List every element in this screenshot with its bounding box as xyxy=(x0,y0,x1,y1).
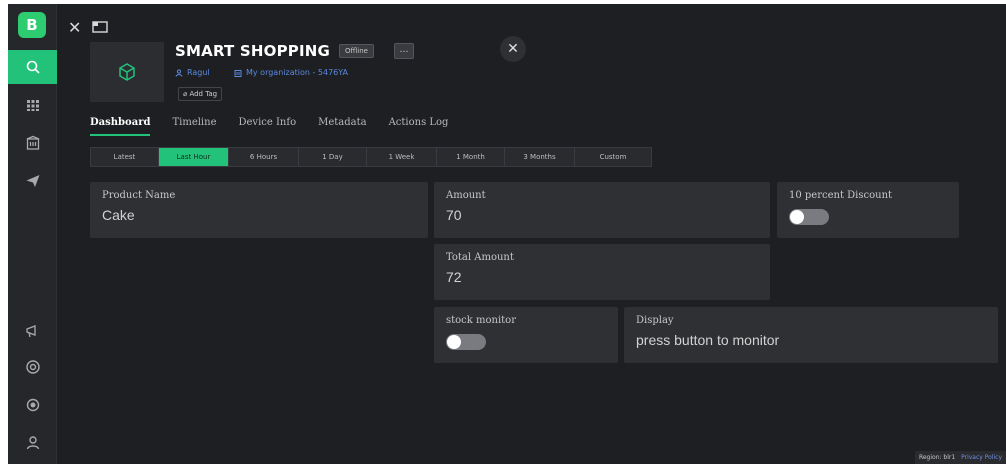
widget-value: press button to monitor xyxy=(636,332,780,348)
help-icon[interactable] xyxy=(8,350,57,384)
region-label: Region: blr1 xyxy=(918,454,956,461)
range-latest[interactable]: Latest xyxy=(91,148,159,166)
owner-link[interactable]: Ragul xyxy=(175,68,210,77)
sidebar: B xyxy=(8,4,57,464)
tag-icon: ⌀ xyxy=(183,90,188,98)
stock-monitor-toggle[interactable] xyxy=(446,334,486,350)
organization-icon[interactable] xyxy=(8,126,57,160)
settings-icon[interactable] xyxy=(8,388,57,422)
widget-label: stock monitor xyxy=(446,315,516,326)
discount-toggle[interactable] xyxy=(789,209,829,225)
widget-display: Display press button to monitor xyxy=(624,307,998,363)
widget-discount: 10 percent Discount xyxy=(777,182,959,238)
add-tag-label: Add Tag xyxy=(189,90,218,98)
tab-dashboard[interactable]: Dashboard xyxy=(90,117,151,136)
range-1-day[interactable]: 1 Day xyxy=(299,148,367,166)
search-icon[interactable] xyxy=(8,50,57,84)
widget-total-amount: Total Amount 72 xyxy=(434,244,770,300)
range-1-month[interactable]: 1 Month xyxy=(437,148,505,166)
device-title: SMART SHOPPING xyxy=(175,42,331,60)
tab-actions-log[interactable]: Actions Log xyxy=(389,117,449,136)
building-icon xyxy=(234,69,242,77)
widget-label: Display xyxy=(636,315,674,326)
range-custom[interactable]: Custom xyxy=(575,148,651,166)
close-button[interactable]: ✕ xyxy=(500,36,526,62)
widget-label: Total Amount xyxy=(446,252,514,263)
grid-icon[interactable] xyxy=(8,88,57,122)
widget-label: 10 percent Discount xyxy=(789,190,893,201)
widget-stock-monitor: stock monitor xyxy=(434,307,618,363)
widget-label: Product Name xyxy=(102,190,176,201)
organization-link[interactable]: My organization - 5476YA xyxy=(234,68,348,77)
cube-icon xyxy=(119,63,135,81)
range-3-months[interactable]: 3 Months xyxy=(505,148,575,166)
device-tabs: Dashboard Timeline Device Info Metadata … xyxy=(90,117,470,136)
user-icon xyxy=(175,68,183,77)
range-1-week[interactable]: 1 Week xyxy=(367,148,437,166)
time-range-selector: Latest Last Hour 6 Hours 1 Day 1 Week 1 … xyxy=(90,147,652,167)
expand-window-icon[interactable] xyxy=(92,18,108,37)
brand-logo[interactable]: B xyxy=(18,12,46,38)
privacy-policy-link[interactable]: Privacy Policy xyxy=(961,454,1002,461)
status-badge: Offline xyxy=(339,44,374,58)
tab-device-info[interactable]: Device Info xyxy=(239,117,297,136)
widget-amount: Amount 70 xyxy=(434,182,770,238)
add-tag-button[interactable]: ⌀ Add Tag xyxy=(178,87,223,101)
range-last-hour[interactable]: Last Hour xyxy=(159,148,229,166)
tab-metadata[interactable]: Metadata xyxy=(318,117,366,136)
user-profile-icon[interactable] xyxy=(8,426,57,460)
widget-product-name: Product Name Cake xyxy=(90,182,428,238)
owner-name: Ragul xyxy=(187,68,210,77)
tab-timeline[interactable]: Timeline xyxy=(172,117,216,136)
widget-value: 70 xyxy=(446,207,462,223)
send-icon[interactable] xyxy=(8,164,57,198)
organization-name: My organization - 5476YA xyxy=(246,68,348,77)
widget-label: Amount xyxy=(446,190,486,201)
more-options-button[interactable]: … xyxy=(394,43,414,59)
footer-bar: Region: blr1 Privacy Policy xyxy=(914,451,1006,464)
widget-value: Cake xyxy=(102,207,135,223)
widget-value: 72 xyxy=(446,269,462,285)
range-6-hours[interactable]: 6 Hours xyxy=(229,148,299,166)
app-frame: B ✕ SMART SHOPPING Offline … Ragul My or… xyxy=(8,4,1006,464)
announcement-icon[interactable] xyxy=(8,314,57,348)
device-tile xyxy=(90,42,164,102)
close-panel-icon[interactable]: ✕ xyxy=(68,18,81,37)
